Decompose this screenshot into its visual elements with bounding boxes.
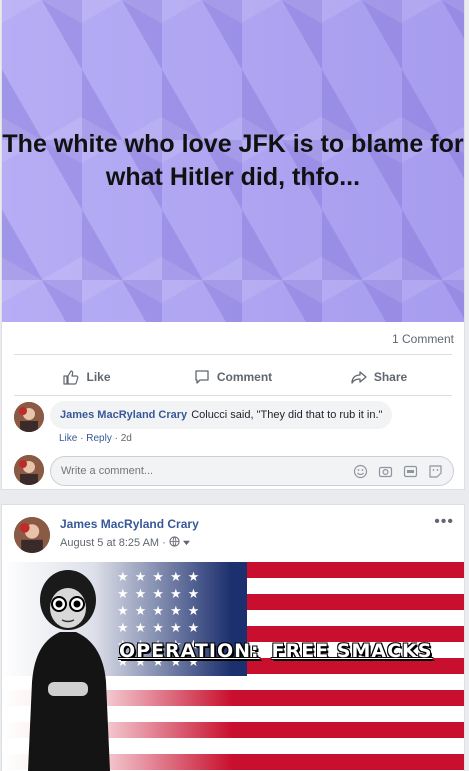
comment-bubble-icon — [195, 370, 209, 384]
comment-time[interactable]: 2d — [121, 433, 132, 444]
share-label: Share — [373, 370, 408, 384]
like-button[interactable]: Like — [14, 362, 160, 392]
thumbs-up-icon — [63, 370, 79, 385]
comment-bubble: James MacRyland Crary Colucci said, "The… — [50, 401, 393, 429]
comment-text: Colucci said, "They did that to rub it i… — [191, 409, 383, 421]
post-image[interactable]: ★★★★★★★★★★★★★★★★★★★★★★★★★★★★★★ OPERATION… — [2, 562, 464, 771]
like-label: Like — [86, 370, 111, 384]
post-card: The white who love JFK is to blame for w… — [1, 0, 465, 490]
divider — [14, 395, 452, 396]
commenter-avatar[interactable] — [14, 402, 44, 432]
meta-separator: · — [111, 433, 121, 444]
poster-avatar[interactable] — [14, 517, 50, 553]
person-figure — [28, 570, 110, 771]
post-meta: August 5 at 8:25 AM · — [60, 536, 190, 550]
comment-like-link[interactable]: Like — [59, 433, 77, 444]
comment-count-link[interactable]: 1 Comment — [392, 332, 454, 346]
poster-name-link[interactable]: James MacRyland Crary — [60, 517, 199, 531]
comment-meta: Like · Reply · 2d — [59, 433, 132, 444]
divider — [14, 354, 452, 355]
comment-button[interactable]: Comment — [160, 362, 306, 392]
meta-separator: · — [77, 433, 87, 444]
image-caption: OPERATION: FREE SMACKS — [119, 640, 432, 662]
avatar-image — [14, 455, 44, 485]
avatar-image — [14, 402, 44, 432]
share-arrow-icon — [351, 371, 367, 384]
globe-icon[interactable] — [169, 536, 180, 550]
post-card-2: James MacRyland Crary August 5 at 8:25 A… — [1, 504, 465, 771]
share-button[interactable]: Share — [306, 362, 452, 392]
chevron-down-icon[interactable] — [182, 537, 190, 549]
comment-author-link[interactable]: James MacRyland Crary — [60, 409, 187, 421]
caption-word-1: OPERATION: — [119, 640, 260, 662]
comment-input[interactable] — [61, 457, 331, 485]
post-timestamp[interactable]: August 5 at 8:25 AM — [60, 537, 159, 549]
gif-icon[interactable] — [403, 464, 418, 479]
meta-separator: · — [162, 537, 166, 549]
write-comment-box[interactable] — [50, 456, 454, 486]
banner-text: The white who love JFK is to blame for w… — [2, 130, 464, 191]
emoji-icon[interactable] — [353, 464, 368, 479]
sticker-icon[interactable] — [428, 464, 443, 479]
camera-icon[interactable] — [378, 464, 393, 479]
post-actions: Like Comment Share — [14, 362, 452, 392]
comment-input-icons — [353, 464, 443, 479]
post-banner: The white who love JFK is to blame for w… — [2, 0, 464, 322]
avatar-image — [14, 517, 50, 553]
current-user-avatar — [14, 455, 44, 485]
caption-word-2: FREE SMACKS — [271, 640, 433, 662]
more-options-icon[interactable]: ••• — [434, 513, 454, 531]
comment-reply-link[interactable]: Reply — [86, 433, 112, 444]
comment-label: Comment — [216, 370, 273, 384]
